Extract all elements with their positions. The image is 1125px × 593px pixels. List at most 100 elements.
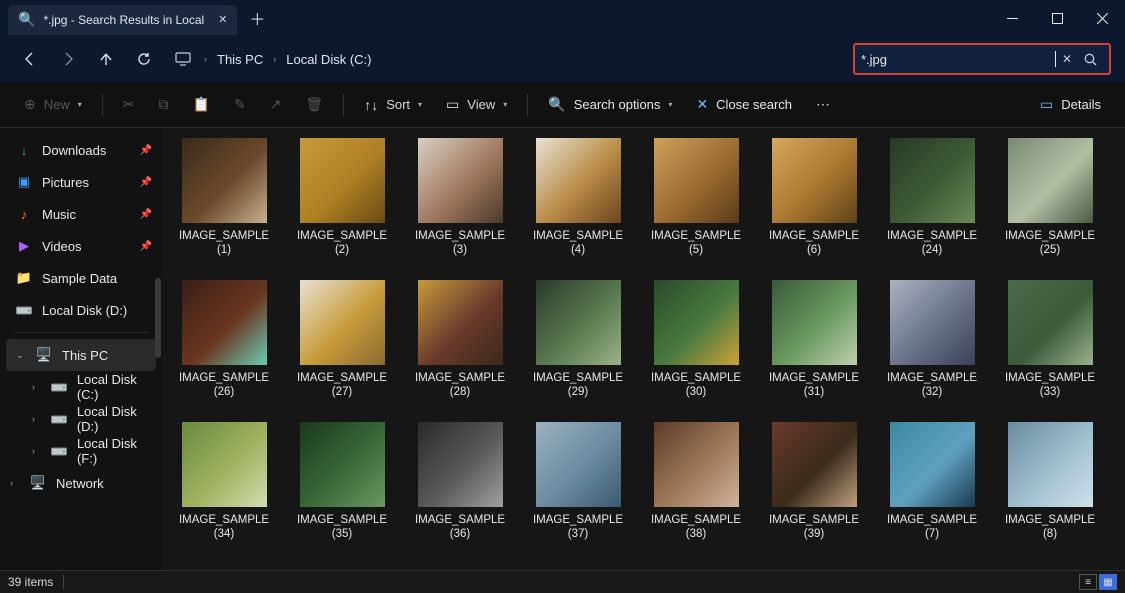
sidebar-item-downloads[interactable]: ↓Downloads📌 — [0, 134, 162, 166]
sidebar-item-drive[interactable]: ›Local Disk (C:) — [0, 371, 162, 403]
copy-button[interactable]: ⧉ — [149, 89, 179, 121]
minimize-button[interactable] — [990, 0, 1035, 36]
pin-icon[interactable]: 📌 — [140, 209, 152, 220]
file-item[interactable]: IMAGE_SAMPLE (29) — [534, 280, 622, 400]
maximize-button[interactable] — [1035, 0, 1080, 36]
forward-button[interactable] — [52, 43, 84, 75]
close-search-button[interactable]: ✕ Close search — [686, 89, 802, 121]
file-item[interactable]: IMAGE_SAMPLE (1) — [180, 138, 268, 258]
file-label: IMAGE_SAMPLE (26) — [174, 371, 274, 400]
file-item[interactable]: IMAGE_SAMPLE (28) — [416, 280, 504, 400]
pin-icon[interactable]: 📌 — [140, 145, 152, 156]
window-close-button[interactable] — [1080, 0, 1125, 36]
sort-icon: ↑↓ — [364, 97, 378, 113]
clear-search-icon[interactable]: ✕ — [1056, 52, 1078, 66]
toolbar: ⊕ New ▾ ✂ ⧉ 📋 ✎ ↗ 🗑 ↑↓ Sort ▾ ▭ View ▾ 🔍… — [0, 82, 1125, 128]
file-label: IMAGE_SAMPLE (32) — [882, 371, 982, 400]
file-item[interactable]: IMAGE_SAMPLE (34) — [180, 422, 268, 542]
file-item[interactable]: IMAGE_SAMPLE (38) — [652, 422, 740, 542]
navigation-pane[interactable]: ↓Downloads📌▣Pictures📌♪Music📌▶Videos📌 📁Sa… — [0, 128, 162, 570]
details-pane-button[interactable]: ▭ Details — [1030, 89, 1111, 121]
folder-icon: ♪ — [16, 206, 32, 222]
refresh-button[interactable] — [128, 43, 160, 75]
file-item[interactable]: IMAGE_SAMPLE (30) — [652, 280, 740, 400]
sidebar-item-music[interactable]: ♪Music📌 — [0, 198, 162, 230]
file-thumbnail — [772, 280, 857, 365]
file-thumbnail — [536, 138, 621, 223]
file-item[interactable]: IMAGE_SAMPLE (5) — [652, 138, 740, 258]
file-item[interactable]: IMAGE_SAMPLE (33) — [1006, 280, 1094, 400]
file-item[interactable]: IMAGE_SAMPLE (4) — [534, 138, 622, 258]
thumbnails-view-toggle[interactable]: ▦ — [1099, 574, 1117, 590]
file-item[interactable]: IMAGE_SAMPLE (37) — [534, 422, 622, 542]
up-button[interactable] — [90, 43, 122, 75]
search-options-icon: 🔍 — [548, 96, 565, 113]
chevron-down-icon: ⌄ — [16, 350, 26, 361]
file-label: IMAGE_SAMPLE (2) — [292, 229, 392, 258]
file-item[interactable]: IMAGE_SAMPLE (27) — [298, 280, 386, 400]
back-button[interactable] — [14, 43, 46, 75]
cut-button[interactable]: ✂ — [113, 89, 145, 121]
pin-icon[interactable]: 📌 — [140, 177, 152, 188]
sidebar-item-this-pc[interactable]: ⌄ 🖥️ This PC — [6, 339, 156, 371]
pin-icon[interactable]: 📌 — [140, 241, 152, 252]
file-item[interactable]: IMAGE_SAMPLE (36) — [416, 422, 504, 542]
paste-button[interactable]: 📋 — [183, 89, 220, 121]
monitor-icon: 🖥️ — [36, 347, 52, 363]
file-label: IMAGE_SAMPLE (37) — [528, 513, 628, 542]
sidebar-item[interactable]: Local Disk (D:) — [0, 294, 162, 326]
status-count: 39 items — [8, 575, 53, 589]
content-area[interactable]: IMAGE_SAMPLE (1)IMAGE_SAMPLE (2)IMAGE_SA… — [162, 128, 1125, 570]
breadcrumb-part[interactable]: This PC — [217, 52, 263, 67]
sidebar-item-videos[interactable]: ▶Videos📌 — [0, 230, 162, 262]
file-item[interactable]: IMAGE_SAMPLE (3) — [416, 138, 504, 258]
file-thumbnail — [418, 422, 503, 507]
file-thumbnail — [182, 138, 267, 223]
file-thumbnail — [654, 280, 739, 365]
view-button[interactable]: ▭ View ▾ — [436, 89, 517, 121]
file-label: IMAGE_SAMPLE (24) — [882, 229, 982, 258]
search-icon[interactable] — [1078, 53, 1103, 66]
search-box[interactable]: ✕ — [853, 43, 1111, 75]
file-item[interactable]: IMAGE_SAMPLE (35) — [298, 422, 386, 542]
file-item[interactable]: IMAGE_SAMPLE (7) — [888, 422, 976, 542]
file-item[interactable]: IMAGE_SAMPLE (25) — [1006, 138, 1094, 258]
file-item[interactable]: IMAGE_SAMPLE (26) — [180, 280, 268, 400]
folder-icon: 📁 — [16, 270, 32, 286]
details-view-toggle[interactable]: ≡ — [1079, 574, 1097, 590]
file-item[interactable]: IMAGE_SAMPLE (31) — [770, 280, 858, 400]
sidebar-item-network[interactable]: › 🖥️ Network — [0, 467, 162, 499]
close-icon: ✕ — [696, 96, 708, 113]
file-item[interactable]: IMAGE_SAMPLE (32) — [888, 280, 976, 400]
file-item[interactable]: IMAGE_SAMPLE (24) — [888, 138, 976, 258]
sidebar-item[interactable]: 📁Sample Data — [0, 262, 162, 294]
file-thumbnail — [890, 422, 975, 507]
file-label: IMAGE_SAMPLE (28) — [410, 371, 510, 400]
new-button[interactable]: ⊕ New ▾ — [14, 89, 92, 121]
scrollbar-thumb[interactable] — [155, 278, 161, 358]
more-button[interactable]: ⋯ — [806, 89, 840, 121]
rename-button[interactable]: ✎ — [224, 89, 256, 121]
search-options-button[interactable]: 🔍 Search options ▾ — [538, 89, 682, 121]
sidebar-item-drive[interactable]: ›Local Disk (D:) — [0, 403, 162, 435]
search-input[interactable] — [861, 52, 1055, 67]
new-tab-button[interactable]: ＋ — [237, 6, 277, 30]
file-item[interactable]: IMAGE_SAMPLE (6) — [770, 138, 858, 258]
chevron-down-icon: ▾ — [418, 100, 422, 109]
chevron-right-icon: › — [32, 382, 41, 392]
file-thumbnail — [536, 422, 621, 507]
chevron-right-icon: › — [267, 54, 282, 64]
chevron-right-icon: › — [32, 414, 41, 424]
sidebar-item-drive[interactable]: ›Local Disk (F:) — [0, 435, 162, 467]
file-item[interactable]: IMAGE_SAMPLE (8) — [1006, 422, 1094, 542]
breadcrumb[interactable]: › This PC › Local Disk (C:) — [166, 43, 847, 75]
file-item[interactable]: IMAGE_SAMPLE (2) — [298, 138, 386, 258]
share-button[interactable]: ↗ — [260, 89, 292, 121]
tab[interactable]: 🔍 *.jpg - Search Results in Local ✕ — [8, 5, 237, 35]
delete-button[interactable]: 🗑 — [295, 89, 333, 121]
file-item[interactable]: IMAGE_SAMPLE (39) — [770, 422, 858, 542]
close-icon[interactable]: ✕ — [218, 13, 227, 26]
sort-button[interactable]: ↑↓ Sort ▾ — [354, 89, 432, 121]
sidebar-item-pictures[interactable]: ▣Pictures📌 — [0, 166, 162, 198]
breadcrumb-part[interactable]: Local Disk (C:) — [286, 52, 371, 67]
